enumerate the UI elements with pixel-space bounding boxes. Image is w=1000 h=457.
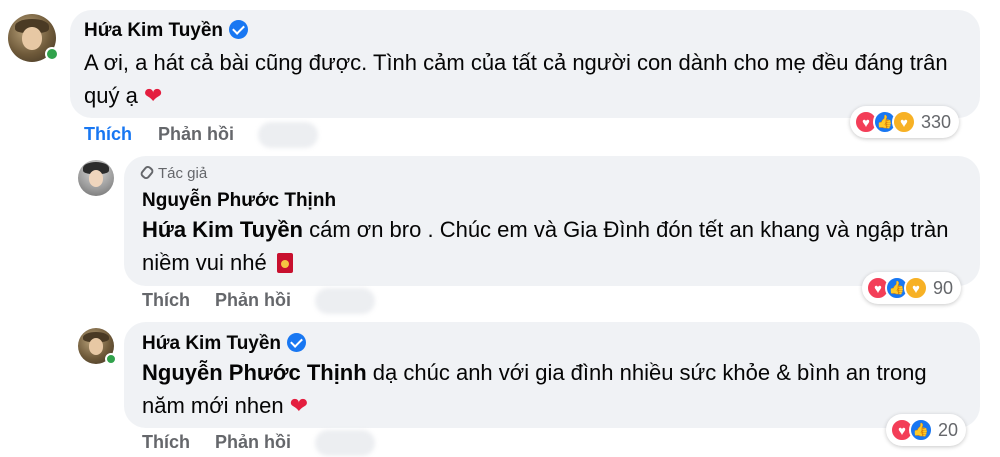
comment-text: Hứa Kim Tuyền cám ơn bro . Chúc em và Gi… — [142, 213, 962, 279]
avatar-face-shape — [22, 27, 42, 50]
avatar[interactable] — [8, 14, 59, 62]
like-action[interactable]: Thích — [142, 290, 190, 311]
like-action[interactable]: Thích — [84, 124, 132, 145]
reaction-summary[interactable]: ♥ 👍 20 — [886, 414, 967, 446]
timestamp-blurred — [315, 288, 375, 314]
care-reaction-icon: ♥ — [904, 276, 928, 300]
reaction-count: 20 — [938, 419, 959, 440]
reaction-count: 330 — [921, 111, 952, 132]
avatar[interactable] — [78, 328, 117, 365]
verified-badge-icon — [287, 333, 307, 352]
care-reaction-icon: ♥ — [892, 110, 916, 134]
avatar-face-shape — [88, 170, 104, 187]
comment-author[interactable]: Hứa Kim Tuyền — [84, 20, 249, 42]
online-status-icon — [105, 353, 117, 365]
heart-emoji-icon: ❤ — [289, 393, 309, 418]
comment-author[interactable]: Nguyễn Phước Thịnh — [142, 190, 336, 212]
red-envelope-emoji-icon — [276, 253, 293, 273]
like-reaction-icon: 👍 — [909, 418, 933, 442]
reaction-count: 90 — [933, 277, 954, 298]
online-status-icon — [45, 47, 59, 61]
reply-action[interactable]: Phản hồi — [215, 290, 291, 311]
reaction-summary[interactable]: ♥ 👍 ♥ 90 — [862, 272, 962, 304]
timestamp-blurred — [315, 430, 375, 456]
comment-text: Nguyễn Phước Thịnh dạ chúc anh với gia đ… — [142, 356, 972, 422]
heart-emoji-icon: ❤ — [143, 83, 163, 108]
comment-body: A ơi, a hát cả bài cũng được. Tình cảm c… — [84, 50, 948, 108]
mention-link[interactable]: Hứa Kim Tuyền — [142, 217, 303, 242]
microphone-icon — [138, 164, 156, 181]
mention-link[interactable]: Nguyễn Phước Thịnh — [142, 360, 367, 385]
author-name[interactable]: Hứa Kim Tuyền — [84, 20, 223, 41]
reaction-summary[interactable]: ♥ 👍 ♥ 330 — [850, 106, 960, 138]
author-name[interactable]: Hứa Kim Tuyền — [142, 333, 281, 354]
comment-author[interactable]: Hứa Kim Tuyền — [142, 333, 307, 355]
author-name[interactable]: Nguyễn Phước Thịnh — [142, 190, 336, 211]
like-action[interactable]: Thích — [142, 432, 190, 453]
verified-badge-icon — [229, 20, 249, 39]
reply-action[interactable]: Phản hồi — [215, 432, 291, 453]
author-tag: Tác giả — [138, 164, 208, 182]
comment-text: A ơi, a hát cả bài cũng được. Tình cảm c… — [84, 46, 964, 112]
author-tag-label: Tác giả — [158, 165, 208, 182]
timestamp-blurred — [258, 122, 318, 148]
reply-action[interactable]: Phản hồi — [158, 124, 234, 145]
avatar[interactable] — [78, 160, 114, 196]
avatar-face-shape — [88, 338, 104, 355]
